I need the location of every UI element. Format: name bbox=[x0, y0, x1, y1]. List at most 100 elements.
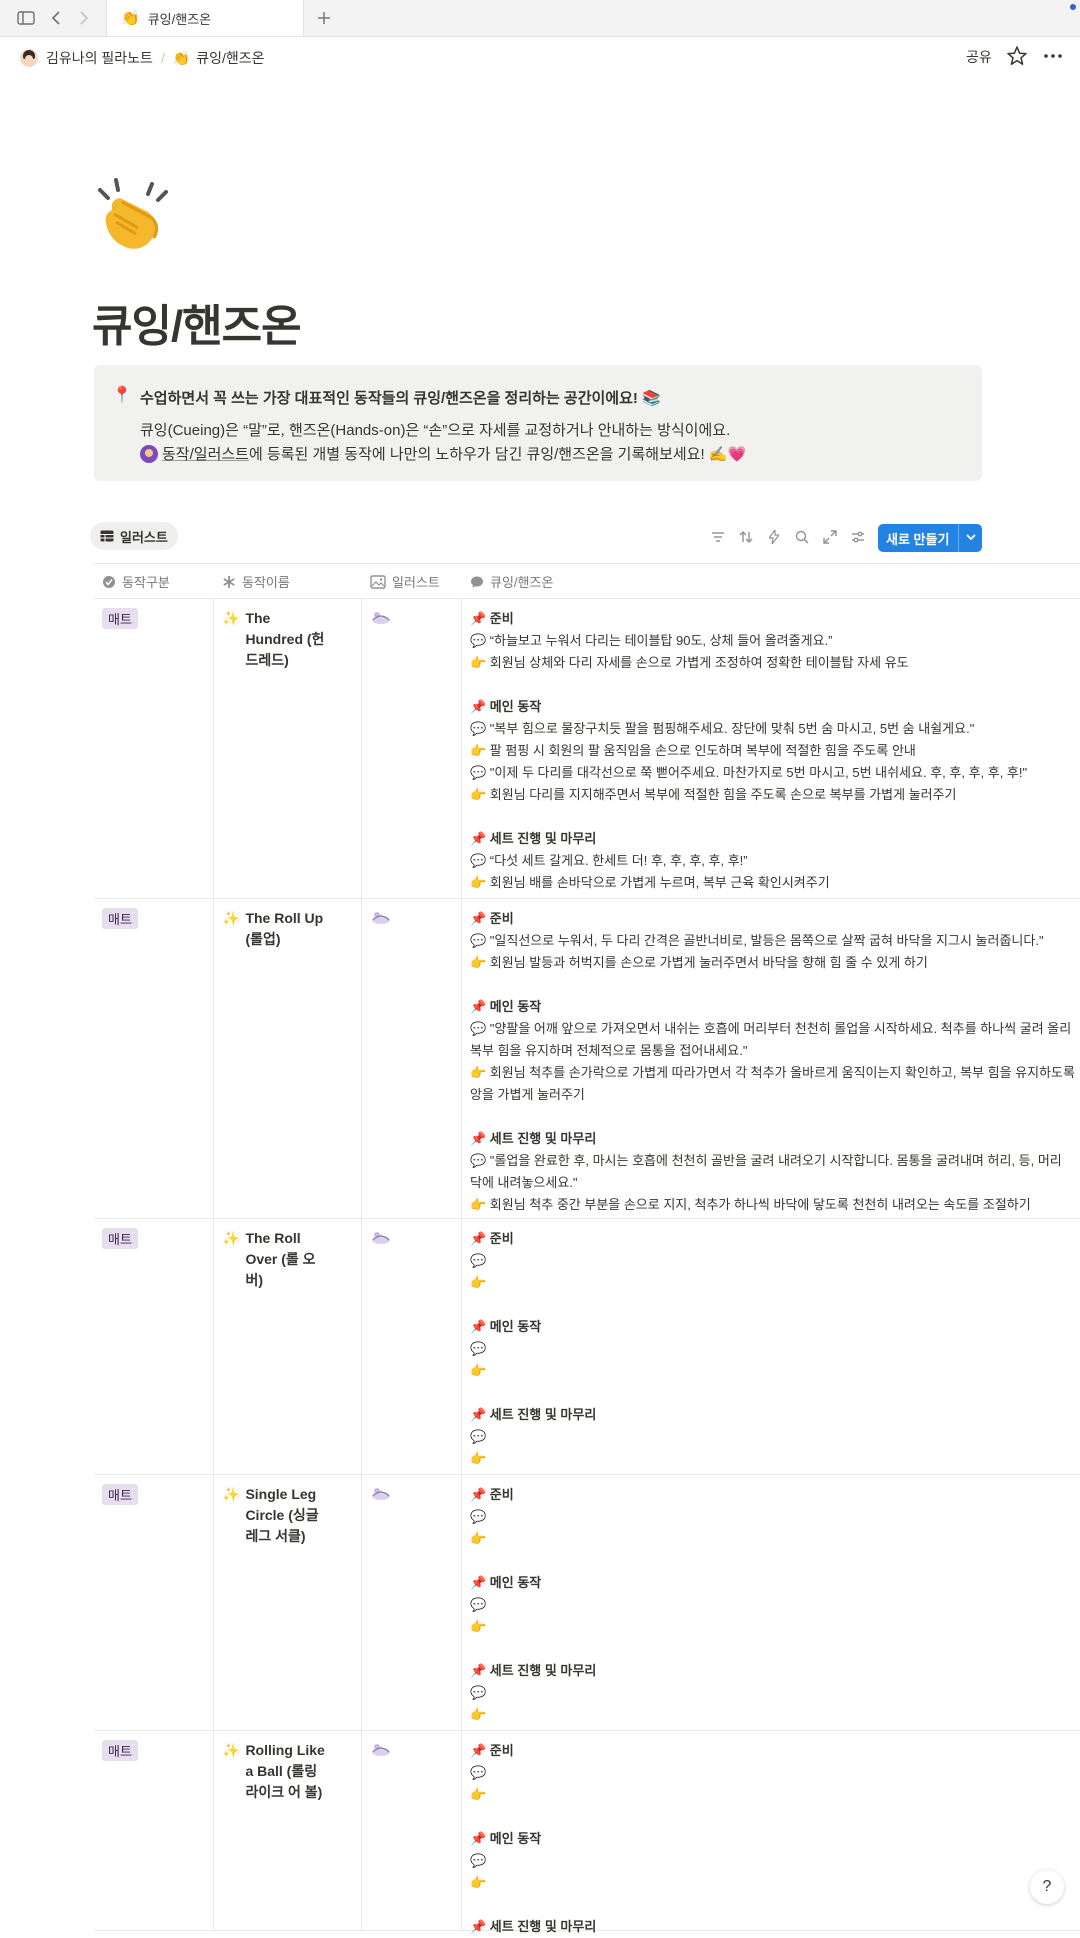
category-badge[interactable]: 매트 bbox=[102, 908, 138, 929]
column-header-name[interactable]: 동작이름 bbox=[222, 572, 290, 591]
breadcrumb-separator: / bbox=[160, 50, 165, 66]
settings-sliders-icon[interactable] bbox=[849, 528, 867, 546]
category-badge[interactable]: 매트 bbox=[102, 608, 138, 629]
table-row[interactable]: 매트 ✨ Rolling Like a Ball (롤링 라이크 어 볼) 📌 준비 💬… bbox=[94, 1730, 1080, 1934]
forward-icon[interactable] bbox=[72, 6, 96, 30]
cue-line: 👉 회원님 다리를 지지해주면서 복부에 적절한 힘을 주도록 손으로 복부를 … bbox=[470, 787, 957, 802]
illustration-thumbnail[interactable] bbox=[370, 908, 392, 926]
callout-line-3-text: 에 등록된 개별 동작에 나만의 노하우가 담긴 큐잉/핸즈온을 기록해보세요!… bbox=[248, 446, 747, 463]
cue-line: 닥에 내려놓으세요." bbox=[470, 1175, 578, 1190]
column-divider bbox=[461, 598, 462, 898]
column-header-label: 일러스트 bbox=[392, 575, 440, 590]
illustration-thumbnail[interactable] bbox=[370, 608, 392, 626]
movement-name-cell[interactable]: ✨ Rolling Like a Ball (롤링 라이크 어 볼) bbox=[222, 1740, 330, 1803]
movement-name-cell[interactable]: ✨ The Hundred (헌드레드) bbox=[222, 608, 330, 671]
cue-line: 👉 bbox=[470, 1875, 487, 1890]
cue-line: 💬 "일직선으로 누워서, 두 다리 간격은 골반너비로, 발등은 몸쪽으로 살… bbox=[470, 933, 1044, 948]
filter-icon[interactable] bbox=[709, 528, 727, 546]
column-divider bbox=[461, 1218, 462, 1474]
illustration-thumbnail[interactable] bbox=[370, 1484, 392, 1502]
column-header-label: 큐잉/핸즈온 bbox=[490, 575, 554, 590]
star-icon[interactable] bbox=[1006, 45, 1028, 67]
cue-line: 👉 bbox=[470, 1787, 487, 1802]
cue-section-title: 📌 준비 bbox=[470, 1743, 514, 1758]
table-row[interactable]: 매트 ✨ The Roll Up (롤업) 📌 준비 💬 "일직선으로 누워서, 두 다… bbox=[94, 898, 1080, 1219]
column-divider bbox=[213, 1218, 214, 1474]
column-header-category[interactable]: 동작구분 bbox=[102, 572, 170, 591]
cue-section-title: 📌 준비 bbox=[470, 1231, 514, 1246]
movement-name: The Hundred (헌드레드) bbox=[245, 610, 325, 668]
column-header-label: 동작이름 bbox=[242, 575, 290, 590]
movement-name-cell[interactable]: ✨ Single Leg Circle (싱글 레그 서클) bbox=[222, 1484, 330, 1547]
movement-name: Single Leg Circle (싱글 레그 서클) bbox=[245, 1486, 319, 1544]
column-divider bbox=[461, 898, 462, 1218]
column-header-cueing[interactable]: 큐잉/핸즈온 bbox=[470, 572, 553, 591]
cue-line: 👉 bbox=[470, 1619, 487, 1634]
illustration-thumbnail[interactable] bbox=[370, 1740, 392, 1758]
breadcrumb-workspace[interactable]: 김유나의 필라노트 bbox=[46, 48, 153, 68]
movement-name-cell[interactable]: ✨ The Roll Over (롤 오버) bbox=[222, 1228, 330, 1291]
new-entry-button[interactable]: 새로 만들기 bbox=[878, 524, 982, 552]
automation-bolt-icon[interactable] bbox=[765, 528, 783, 546]
back-icon[interactable] bbox=[44, 6, 68, 30]
movement-name: The Roll Over (롤 오버) bbox=[245, 1230, 316, 1288]
new-entry-label: 새로 만들기 bbox=[886, 531, 950, 547]
pushpin-icon: 📍 bbox=[112, 387, 132, 404]
cue-section-title: 📌 세트 진행 및 마무리 bbox=[470, 831, 597, 846]
cue-line: 💬 bbox=[470, 1597, 487, 1612]
callout-line-3: 동작/일러스트 에 등록된 개별 동작에 나만의 노하우가 담긴 큐잉/핸즈온을… bbox=[140, 443, 746, 464]
clapping-hands-icon[interactable] bbox=[94, 174, 174, 254]
tab-title: 큐잉/핸즈온 bbox=[147, 11, 212, 27]
page-title[interactable]: 큐잉/핸즈온 bbox=[92, 290, 302, 354]
linked-page-link[interactable]: 동작/일러스트 bbox=[162, 443, 249, 464]
sidebar-toggle-icon[interactable] bbox=[14, 6, 38, 30]
movement-name-cell[interactable]: ✨ The Roll Up (롤업) bbox=[222, 908, 330, 950]
table-header: 동작구분 동작이름 일러스트 큐잉/핸즈온 bbox=[94, 563, 1080, 599]
help-button[interactable]: ? bbox=[1030, 1870, 1064, 1904]
expand-icon[interactable] bbox=[821, 528, 839, 546]
more-options-icon[interactable] bbox=[1042, 45, 1064, 67]
breadcrumb-page[interactable]: 큐잉/핸즈온 bbox=[196, 48, 264, 68]
category-badge[interactable]: 매트 bbox=[102, 1484, 138, 1505]
category-badge[interactable]: 매트 bbox=[102, 1228, 138, 1249]
table-row[interactable]: 매트 ✨ The Roll Over (롤 오버) 📌 준비 💬 👉 📌 메인 동작 💬 👉 📌 … bbox=[94, 1218, 1080, 1475]
cue-line: 👉 회원님 배를 손바닥으로 가볍게 누르며, 복부 근육 확인시켜주기 bbox=[470, 875, 830, 890]
cue-line: 👉 bbox=[470, 1451, 487, 1466]
cue-line: 👉 회원님 상체와 다리 자세를 손으로 가볍게 조정하여 정확한 테이블탑 자… bbox=[470, 655, 909, 670]
table-row[interactable]: 매트 ✨ Single Leg Circle (싱글 레그 서클) 📌 준비 💬 👉 📌 메… bbox=[94, 1474, 1080, 1731]
cue-line: 👉 bbox=[470, 1275, 487, 1290]
cue-line: 💬 “하늘보고 누워서 다리는 테이블탑 90도, 상체 들어 올려줄게요.” bbox=[470, 633, 833, 648]
button-divider bbox=[958, 524, 959, 552]
cue-section-title: 📌 세트 진행 및 마무리 bbox=[470, 1663, 597, 1678]
column-divider bbox=[213, 898, 214, 1218]
search-icon[interactable] bbox=[793, 528, 811, 546]
table-row[interactable]: 매트 ✨ The Hundred (헌드레드) 📌 준비 💬 “하늘보고 누워서 다리는… bbox=[94, 598, 1080, 899]
sort-icon[interactable] bbox=[737, 528, 755, 546]
cueing-cell[interactable]: 📌 준비 💬 👉 📌 메인 동작 💬 👉 📌 세트 진행 및 마무리 💬 👉 bbox=[470, 1228, 1080, 1470]
cueing-cell[interactable]: 📌 준비 💬 "일직선으로 누워서, 두 다리 간격은 골반너비로, 발등은 몸쪽… bbox=[470, 908, 1080, 1216]
workspace-avatar bbox=[20, 49, 38, 67]
share-button[interactable]: 공유 bbox=[966, 47, 992, 67]
new-tab-icon[interactable] bbox=[312, 6, 336, 30]
cueing-cell[interactable]: 📌 준비 💬 👉 📌 메인 동작 💬 👉 📌 세트 진행 및 마무리 💬 👉 bbox=[470, 1484, 1080, 1726]
illustration-thumbnail[interactable] bbox=[370, 1228, 392, 1246]
cue-line: 💬 “다섯 세트 갈게요. 한세트 더! 후, 후, 후, 후, 후!” bbox=[470, 853, 748, 868]
view-tab-illustration[interactable]: 일러스트 bbox=[90, 522, 178, 550]
category-badge[interactable]: 매트 bbox=[102, 1740, 138, 1761]
browser-tab[interactable]: 👏 큐잉/핸즈온 bbox=[106, 0, 304, 36]
cueing-cell[interactable]: 📌 준비 💬 👉 📌 메인 동작 💬 👉 📌 세트 진행 및 마무리 bbox=[470, 1740, 1080, 1938]
cue-section-title: 📌 세트 진행 및 마무리 bbox=[470, 1131, 597, 1146]
chevron-down-icon[interactable] bbox=[964, 530, 978, 544]
speech-bubble-icon bbox=[471, 576, 483, 588]
sparkles-icon: ✨ bbox=[222, 1230, 240, 1246]
cueing-cell[interactable]: 📌 준비 💬 “하늘보고 누워서 다리는 테이블탑 90도, 상체 들어 올려줄게… bbox=[470, 608, 1080, 894]
column-header-illustration[interactable]: 일러스트 bbox=[370, 572, 440, 591]
column-divider bbox=[361, 1474, 362, 1730]
cue-line: 👉 회원님 발등과 허벅지를 손으로 가볍게 눌러주면서 바닥을 향해 힘 줄 … bbox=[470, 955, 928, 970]
